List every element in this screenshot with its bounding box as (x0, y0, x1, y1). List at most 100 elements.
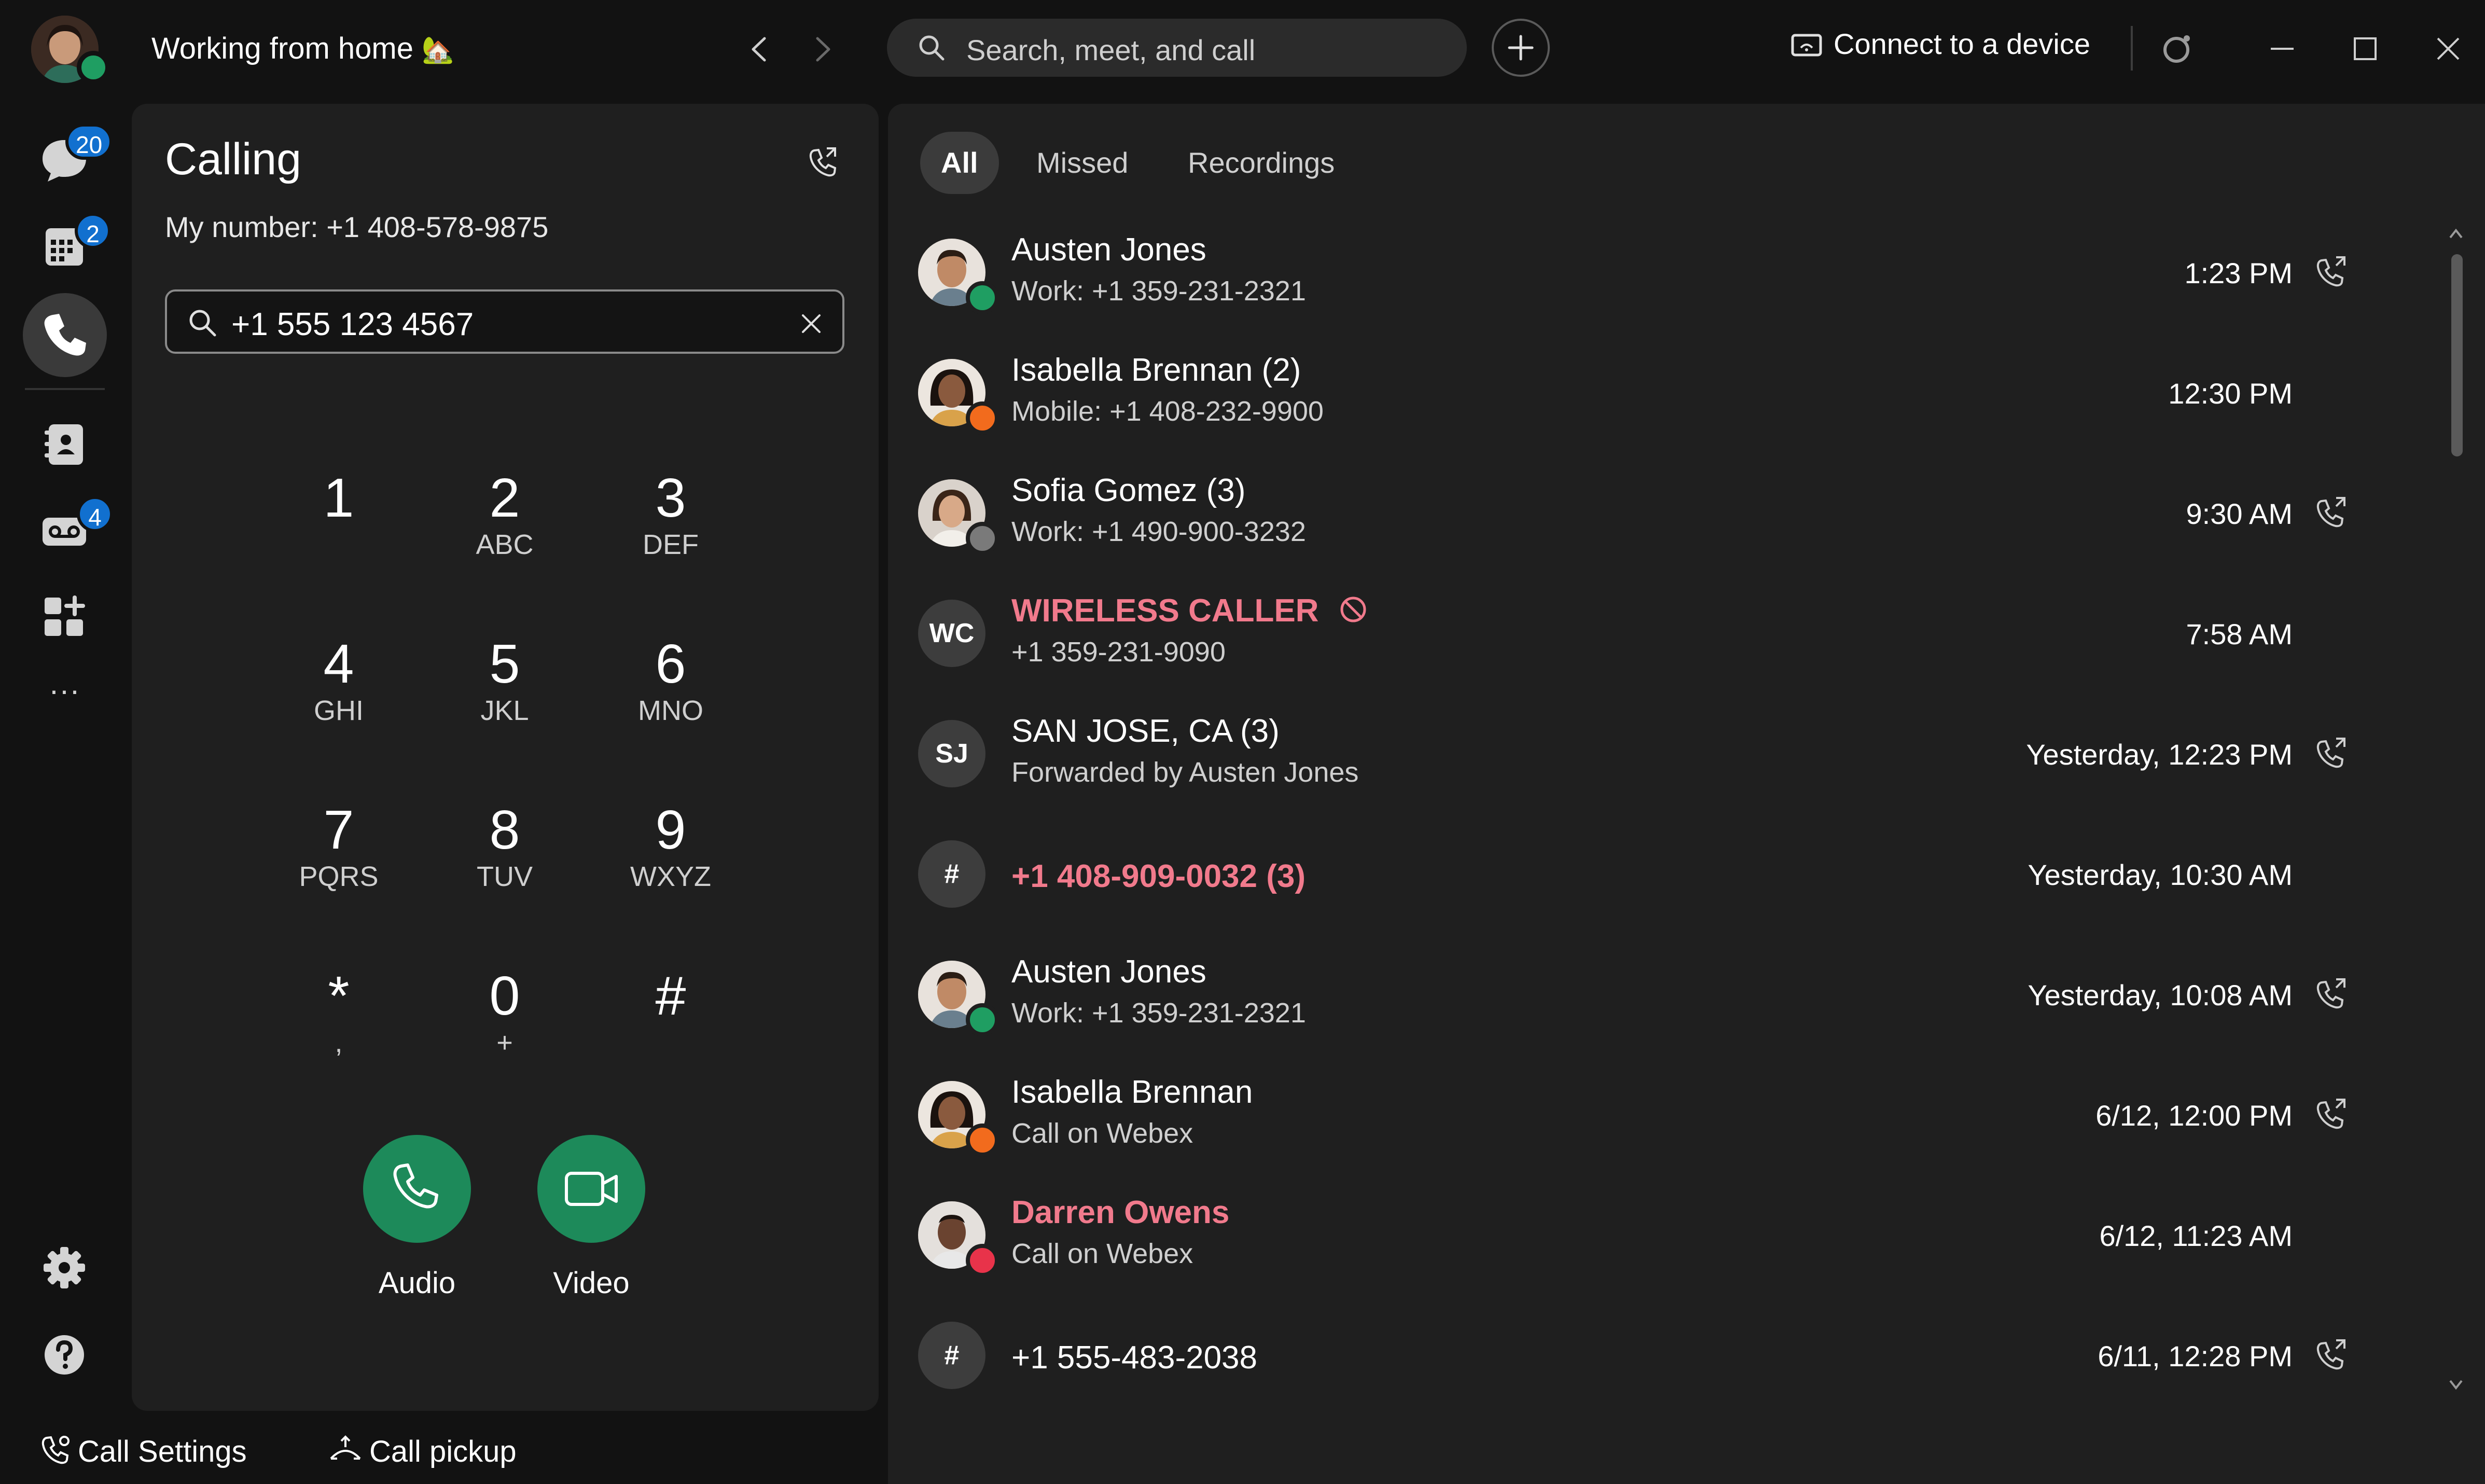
more-label: ··· (49, 673, 80, 708)
call-history-row[interactable]: Austen Jones Work: +1 359-231-2321 1:23 … (918, 213, 2412, 333)
call-time: Yesterday, 12:23 PM (2026, 738, 2293, 771)
presence-available-icon (966, 281, 999, 314)
call-history-row[interactable]: Isabella Brennan Call on Webex 6/12, 12:… (918, 1055, 2412, 1175)
tab-all[interactable]: All (920, 132, 999, 194)
call-history-row[interactable]: # +1 555-483-2038 6/11, 12:28 PM (918, 1296, 2412, 1416)
key-letters: , (335, 1027, 343, 1058)
keypad-key-0[interactable]: 0 + (432, 965, 577, 1089)
key-letters: DEF (643, 529, 699, 560)
tab-recordings[interactable]: Recordings (1167, 132, 1355, 194)
scroll-down-icon[interactable] (2447, 1375, 2465, 1395)
back-icon[interactable] (742, 31, 778, 67)
call-settings-label: Call Settings (78, 1435, 247, 1468)
keypad-key-8[interactable]: 8 TUV (432, 799, 577, 923)
contacts-icon[interactable] (35, 415, 93, 473)
keypad-key-3[interactable]: 3 DEF (598, 467, 743, 591)
key-digit: 6 (655, 633, 686, 695)
key-digit: 8 (489, 799, 520, 861)
contact-avatar-initials: # (918, 840, 985, 908)
status-message[interactable]: Working from home 🏡 (151, 31, 454, 66)
contact-avatar-initials: WC (918, 600, 985, 667)
status-text: Working from home (151, 32, 413, 65)
maximize-icon[interactable] (2344, 28, 2386, 70)
search-icon (919, 35, 945, 61)
presence-dnd-icon (966, 1244, 999, 1277)
tab-missed[interactable]: Missed (1016, 132, 1149, 194)
key-letters: GHI (313, 695, 364, 726)
call-time: 1:23 PM (2184, 257, 2293, 289)
contact-name: Darren Owens (1011, 1195, 1230, 1230)
call-history-row[interactable]: Darren Owens Call on Webex 6/12, 11:23 A… (918, 1175, 2412, 1296)
keypad-key-5[interactable]: 5 JKL (432, 633, 577, 757)
page-title: Calling (165, 134, 301, 184)
video-label: Video (553, 1266, 630, 1300)
scroll-thumb[interactable] (2451, 254, 2463, 456)
dial-value: +1 555 123 4567 (231, 307, 474, 342)
phone-outgoing-icon[interactable] (2313, 253, 2350, 289)
blocked-icon (1340, 597, 1366, 622)
call-history-row[interactable]: Austen Jones Work: +1 359-231-2321 Yeste… (918, 935, 2412, 1055)
settings-icon[interactable] (35, 1239, 93, 1297)
help-icon[interactable] (35, 1326, 93, 1384)
audio-call-button[interactable] (363, 1135, 471, 1243)
key-digit: 0 (489, 965, 520, 1027)
calendar-icon[interactable]: 2 (35, 213, 111, 275)
title-bar: Working from home 🏡 Search, meet, and ca… (0, 0, 2485, 104)
voicemail-icon[interactable]: 4 (35, 496, 113, 559)
keypad-key-9[interactable]: 9 WXYZ (598, 799, 743, 923)
scroll-up-icon[interactable] (2447, 223, 2465, 244)
key-digit: * (328, 965, 350, 1027)
phone-outgoing-icon[interactable] (2313, 1336, 2350, 1372)
close-window-icon[interactable] (2427, 28, 2469, 70)
keypad-key-hash[interactable]: # (598, 965, 743, 1089)
presence-away-icon (966, 522, 999, 555)
contact-detail: +1 359-231-9090 (1011, 636, 1226, 668)
contact-name: +1 555-483-2038 (1011, 1340, 1258, 1376)
call-time: 7:58 AM (2186, 618, 2293, 650)
new-action-button[interactable] (1492, 19, 1550, 77)
video-call-button[interactable] (537, 1135, 645, 1243)
phone-outgoing-icon[interactable] (2313, 975, 2350, 1011)
call-pickup-icon (330, 1435, 361, 1460)
call-history-row[interactable]: SJ SAN JOSE, CA (3) Forwarded by Austen … (918, 694, 2412, 814)
minimize-icon[interactable] (2261, 28, 2303, 70)
cast-device-icon (1791, 34, 1822, 57)
call-settings-icon (41, 1436, 70, 1464)
call-time: 9:30 AM (2186, 497, 2293, 530)
key-letters: + (496, 1027, 513, 1058)
calling-nav-active[interactable] (23, 293, 107, 377)
call-history-row[interactable]: WC WIRELESS CALLER +1 359-231-9090 7:58 … (918, 574, 2412, 694)
connect-to-device-button[interactable]: Connect to a device (1834, 27, 2090, 61)
clear-input-icon[interactable] (798, 310, 825, 337)
webex-logo-icon[interactable] (2158, 29, 2197, 68)
call-forward-icon[interactable] (805, 143, 841, 179)
keypad-key-4[interactable]: 4 GHI (266, 633, 411, 757)
apps-icon[interactable] (35, 588, 93, 646)
contact-name: Austen Jones (1011, 954, 1206, 990)
keypad-key-1[interactable]: 1 (266, 467, 411, 591)
forward-icon[interactable] (804, 31, 840, 67)
key-letters: ABC (476, 529, 534, 560)
phone-icon (44, 314, 86, 356)
global-search[interactable]: Search, meet, and call (887, 19, 1467, 77)
phone-outgoing-icon[interactable] (2313, 1095, 2350, 1132)
contact-avatar-initials: SJ (918, 720, 985, 787)
call-history-row[interactable]: Sofia Gomez (3) Work: +1 490-900-3232 9:… (918, 453, 2412, 574)
keypad-key-7[interactable]: 7 PQRS (266, 799, 411, 923)
dial-input[interactable]: +1 555 123 4567 (165, 289, 844, 354)
call-settings-button[interactable]: Call Settings (39, 1433, 247, 1469)
contact-detail: Call on Webex (1011, 1238, 1193, 1269)
call-pickup-button[interactable]: Call pickup (327, 1433, 517, 1469)
call-history-row[interactable]: # +1 408-909-0032 (3) Yesterday, 10:30 A… (918, 814, 2412, 935)
key-digit: 4 (323, 633, 354, 695)
contact-name-missed: WIRELESS CALLER (1011, 592, 1368, 629)
more-icon[interactable]: ··· (35, 672, 93, 708)
phone-outgoing-icon[interactable] (2313, 734, 2350, 771)
call-time: Yesterday, 10:08 AM (2028, 979, 2293, 1011)
messaging-icon[interactable]: 20 (35, 123, 113, 188)
phone-outgoing-icon[interactable] (2313, 494, 2350, 530)
keypad-key-6[interactable]: 6 MNO (598, 633, 743, 757)
keypad-key-2[interactable]: 2 ABC (432, 467, 577, 591)
call-history-row[interactable]: Isabella Brennan (2) Mobile: +1 408-232-… (918, 333, 2412, 453)
keypad-key-star[interactable]: *, (266, 965, 411, 1089)
